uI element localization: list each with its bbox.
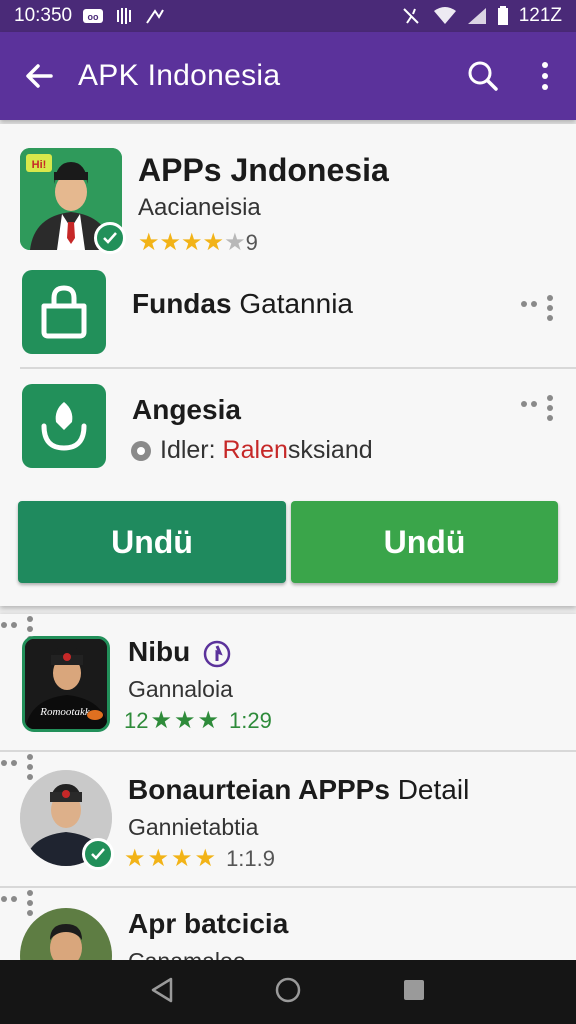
list-item[interactable]: Bonaurteian APPPs Detail Gannietabtia ★ … bbox=[0, 752, 576, 882]
nfc-icon bbox=[401, 6, 423, 26]
vibrate-icon bbox=[114, 7, 134, 25]
row-title-light: Gatannia bbox=[239, 288, 353, 319]
shirt-text: Romootakk bbox=[39, 706, 91, 718]
app-name: Nibu bbox=[128, 636, 232, 669]
avatar-badge-text: Hi! bbox=[32, 159, 47, 171]
verified-icon bbox=[82, 838, 114, 870]
back-button[interactable] bbox=[0, 32, 78, 120]
list-item[interactable]: Apr batcicia Canamaloo bbox=[0, 888, 576, 964]
recents-square-icon bbox=[403, 979, 424, 1000]
star-icon: ★ bbox=[174, 707, 196, 734]
item-more-button[interactable] bbox=[518, 388, 558, 428]
star-icon: ★ bbox=[159, 229, 182, 256]
rating-prefix: 12 bbox=[124, 708, 149, 733]
detail-prefix: Idler: bbox=[160, 436, 216, 464]
detail-highlight: Ralen bbox=[222, 436, 288, 464]
battery-icon bbox=[497, 6, 509, 26]
star-icon: ★ bbox=[181, 229, 203, 256]
notification-icon: oo bbox=[82, 7, 104, 25]
star-icon: ★ bbox=[147, 845, 170, 872]
row-title: Angesia bbox=[132, 394, 241, 425]
featured-app-subtitle: Aacianeisia bbox=[138, 194, 261, 221]
list-item[interactable]: Romootakk Nibu Gannaloia 12 ★ ★ ★ 1:29 bbox=[0, 614, 576, 744]
app-name-light: Detail bbox=[397, 774, 470, 805]
app-name: Bonaurteian APPPs Detail bbox=[128, 774, 469, 806]
detail-rest: sksiand bbox=[287, 436, 373, 464]
app-list: Romootakk Nibu Gannaloia 12 ★ ★ ★ 1:29 B… bbox=[0, 614, 576, 964]
app-bar: APK Indonesia bbox=[0, 32, 576, 120]
more-vert-icon bbox=[542, 62, 548, 90]
status-right-text: 121Z bbox=[518, 5, 562, 26]
list-item[interactable]: Angesia Idler: Ralensksiand bbox=[0, 374, 576, 484]
featured-card: Hi! APPs Jndonesia Aacianeisia ★ ★ ★ ★ ★… bbox=[0, 124, 576, 606]
system-nav-bar bbox=[0, 960, 576, 1024]
app-name-text: Nibu bbox=[128, 636, 191, 667]
more-dots-icon bbox=[1, 890, 33, 916]
cell-signal-icon bbox=[467, 7, 487, 25]
rating-time: 1:29 bbox=[229, 708, 272, 733]
status-bar: 10:350 oo 121Z bbox=[0, 0, 576, 32]
page-title: APK Indonesia bbox=[78, 59, 281, 92]
rating-count: 9 bbox=[245, 230, 258, 255]
app-avatar: Romootakk bbox=[22, 636, 110, 732]
app-subtitle: Gannietabtia bbox=[128, 814, 259, 840]
row-title-bold: Fundas bbox=[132, 288, 232, 319]
app-rating: 12 ★ ★ ★ 1:29 bbox=[124, 708, 272, 734]
list-item[interactable]: Fundas Gatannia bbox=[0, 260, 576, 370]
more-dots-icon bbox=[1, 754, 33, 780]
featured-app[interactable]: Hi! APPs Jndonesia Aacianeisia ★ ★ ★ ★ ★… bbox=[20, 148, 560, 256]
item-more-button[interactable] bbox=[518, 288, 558, 328]
home-circle-icon bbox=[275, 977, 301, 1002]
overflow-menu-button[interactable] bbox=[514, 32, 576, 120]
more-dots-icon bbox=[521, 295, 553, 321]
status-time: 10:350 bbox=[14, 5, 73, 26]
svg-text:oo: oo bbox=[88, 12, 99, 22]
bag-icon bbox=[22, 270, 106, 354]
app-name-bold: Bonaurteian APPPs bbox=[128, 774, 390, 805]
featured-rating: ★ ★ ★ ★ ★ 9 bbox=[138, 230, 258, 256]
star-icon: ★ bbox=[202, 229, 225, 256]
star-icon: ★ bbox=[197, 707, 220, 734]
download-button-left[interactable]: Undü bbox=[18, 501, 286, 583]
clock-icon bbox=[131, 440, 151, 461]
nav-back-button[interactable] bbox=[149, 976, 175, 1009]
more-dots-icon bbox=[521, 395, 553, 421]
star-empty-icon: ★ bbox=[224, 229, 246, 256]
star-icon: ★ bbox=[194, 845, 217, 872]
nav-recents-button[interactable] bbox=[401, 977, 427, 1008]
divider bbox=[20, 367, 576, 369]
signal-icon bbox=[144, 7, 166, 25]
wifi-icon bbox=[433, 7, 457, 25]
download-icon bbox=[22, 384, 106, 468]
star-icon: ★ bbox=[150, 707, 172, 734]
search-button[interactable] bbox=[452, 32, 514, 120]
verified-icon bbox=[94, 222, 126, 254]
search-icon bbox=[468, 61, 498, 91]
back-arrow-icon bbox=[26, 64, 53, 88]
rating-time: 1:1.9 bbox=[226, 846, 275, 871]
nav-home-button[interactable] bbox=[274, 976, 302, 1009]
row-title: Fundas Gatannia bbox=[132, 288, 353, 320]
row-detail: Idler: Ralensksiand bbox=[130, 436, 373, 465]
app-subtitle: Gannaloia bbox=[128, 676, 233, 702]
featured-app-name: APPs Jndonesia bbox=[138, 152, 389, 188]
download-button-right[interactable]: Undü bbox=[291, 501, 558, 583]
app-name: Apr batcicia bbox=[128, 908, 289, 939]
info-icon bbox=[203, 640, 231, 667]
star-icon: ★ bbox=[124, 845, 146, 872]
star-icon: ★ bbox=[138, 229, 160, 256]
star-icon: ★ bbox=[171, 845, 193, 872]
app-rating: ★ ★ ★ ★ 1:1.9 bbox=[124, 846, 275, 872]
back-triangle-icon bbox=[152, 977, 173, 1002]
